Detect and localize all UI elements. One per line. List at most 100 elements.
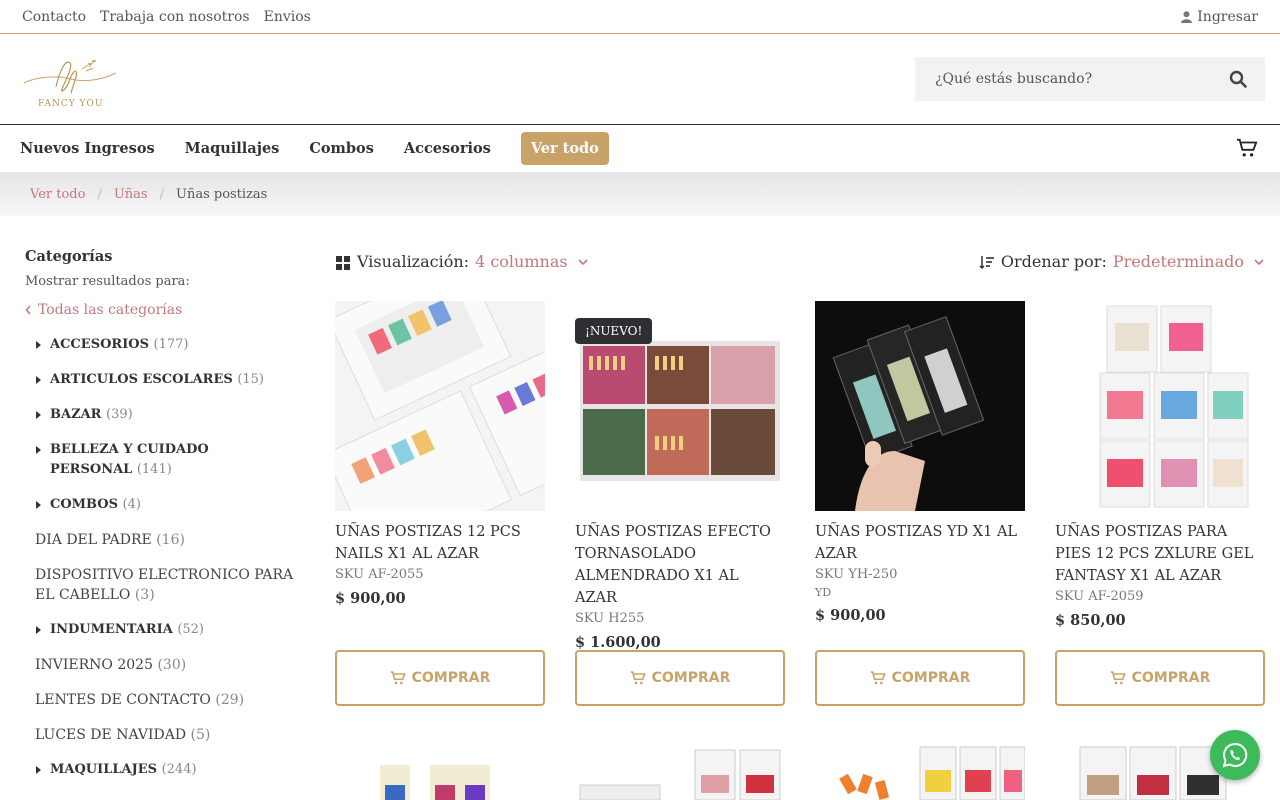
product-image[interactable] <box>1055 301 1265 511</box>
nav-item-new-arrivals[interactable]: Nuevos Ingresos <box>20 140 155 157</box>
category-count: (30) <box>157 657 187 673</box>
category-name: ARTICULOS ESCOLARES <box>50 372 233 387</box>
product-card[interactable]: UÑAS POSTIZAS PARA PIES 12 PCS ZXLURE GE… <box>1055 301 1265 706</box>
category-name: COMBOS <box>50 497 119 512</box>
product-grid: UÑAS POSTIZAS 12 PCS NAILS X1 AL AZAR SK… <box>335 301 1265 706</box>
category-count: (29) <box>215 692 245 708</box>
cart-icon <box>870 671 886 685</box>
product-price: $ 900,00 <box>335 590 406 607</box>
category-name: BELLEZA Y CUIDADO PERSONAL <box>50 442 209 477</box>
category-count: (5) <box>190 727 211 743</box>
breadcrumb-view-all[interactable]: Ver todo <box>30 187 85 202</box>
shipping-link[interactable]: Envios <box>264 9 311 25</box>
view-selector[interactable]: Visualización: 4 columnas <box>335 252 588 271</box>
top-bar: Contacto Trabaja con nosotros Envios Ing… <box>0 0 1280 34</box>
product-image[interactable] <box>815 301 1025 511</box>
product-card[interactable]: ¡NUEVO! UÑAS POSTIZAS EFECTO TORNASOLADO… <box>575 301 785 706</box>
breadcrumb-current: Uñas postizas <box>175 186 268 202</box>
whatsapp-button[interactable] <box>1210 730 1260 780</box>
buy-button[interactable]: COMPRAR <box>575 650 785 706</box>
breadcrumb-separator: / <box>97 186 102 202</box>
category-name: LUCES DE NAVIDAD <box>35 727 187 743</box>
view-all-button[interactable]: Ver todo <box>520 132 609 165</box>
category-count: (244) <box>161 762 197 777</box>
sort-icon <box>979 255 994 269</box>
sidebar-title: Categorías <box>25 248 113 265</box>
view-value: 4 columnas <box>475 252 568 271</box>
product-sku: SKU AF-2059 <box>1055 589 1144 604</box>
category-count: (15) <box>237 372 264 387</box>
category-item[interactable]: MAQUILLAJES (244) <box>25 760 295 780</box>
new-badge: ¡NUEVO! <box>575 318 653 344</box>
product-name[interactable]: UÑAS POSTIZAS EFECTO TORNASOLADO ALMENDR… <box>575 521 785 609</box>
caret-right-icon <box>36 411 41 419</box>
product-image[interactable] <box>335 301 545 511</box>
buy-button[interactable]: COMPRAR <box>815 650 1025 706</box>
caret-right-icon <box>36 376 41 384</box>
product-card[interactable]: UÑAS POSTIZAS 12 PCS NAILS X1 AL AZAR SK… <box>335 301 545 706</box>
category-name: LENTES DE CONTACTO <box>35 692 211 708</box>
category-item[interactable]: ARTICULOS ESCOLARES (15) <box>25 370 295 390</box>
chevron-left-icon <box>25 305 31 315</box>
logo[interactable]: FANCY YOU <box>16 49 120 109</box>
category-item[interactable]: LENTES DE CONTACTO (29) <box>25 690 295 710</box>
product-image[interactable] <box>335 745 545 800</box>
product-price: $ 1.600,00 <box>575 634 661 651</box>
cart-icon <box>1110 671 1126 685</box>
category-item[interactable]: ACCESORIOS (177) <box>25 335 295 355</box>
chevron-down-icon <box>1254 258 1264 265</box>
product-card[interactable]: UÑAS POSTIZAS YD X1 AL AZAR SKU YH-250 Y… <box>815 301 1025 706</box>
category-count: (4) <box>122 497 141 512</box>
buy-label: COMPRAR <box>1131 670 1211 686</box>
category-item[interactable]: DISPOSITIVO ELECTRONICO PARA EL CABELLO … <box>25 565 295 605</box>
category-item[interactable]: LUCES DE NAVIDAD (5) <box>25 725 295 745</box>
cart-icon[interactable] <box>1236 137 1258 159</box>
product-grid-row-2 <box>335 745 1265 800</box>
category-name: BAZAR <box>50 407 102 422</box>
nav-item-combos[interactable]: Combos <box>309 140 374 157</box>
contact-link[interactable]: Contacto <box>22 9 86 25</box>
user-icon <box>1181 10 1193 23</box>
work-with-us-link[interactable]: Trabaja con nosotros <box>100 9 250 25</box>
logo-text: FANCY YOU <box>38 99 104 109</box>
category-item[interactable]: DIA DEL PADRE (16) <box>25 530 295 550</box>
search-input[interactable] <box>935 71 1205 87</box>
category-count: (141) <box>136 462 172 477</box>
product-name[interactable]: UÑAS POSTIZAS 12 PCS NAILS X1 AL AZAR <box>335 521 545 565</box>
product-image[interactable] <box>575 745 785 800</box>
category-name: DIA DEL PADRE <box>35 532 152 548</box>
category-item[interactable]: BAZAR (39) <box>25 405 295 425</box>
breadcrumb: Ver todo / Uñas / Uñas postizas <box>0 172 1280 216</box>
cart-icon <box>630 671 646 685</box>
sort-selector[interactable]: Ordenar por: Predeterminado <box>979 252 1264 271</box>
all-categories-link[interactable]: Todas las categorías <box>25 302 295 318</box>
category-item[interactable]: INVIERNO 2025 (30) <box>25 655 295 675</box>
nav-item-accessories[interactable]: Accesorios <box>404 140 491 157</box>
product-image[interactable] <box>815 745 1025 800</box>
caret-right-icon <box>36 766 41 774</box>
product-name[interactable]: UÑAS POSTIZAS PARA PIES 12 PCS ZXLURE GE… <box>1055 521 1265 587</box>
nav-item-makeup[interactable]: Maquillajes <box>185 140 280 157</box>
breadcrumb-separator: / <box>159 186 164 202</box>
category-item[interactable]: BELLEZA Y CUIDADO PERSONAL (141) <box>25 440 295 480</box>
category-item[interactable]: COMBOS (4) <box>25 495 295 515</box>
breadcrumb-nails[interactable]: Uñas <box>114 187 148 202</box>
category-count: (16) <box>156 532 185 548</box>
buy-button[interactable]: COMPRAR <box>1055 650 1265 706</box>
category-list: ACCESORIOS (177) ARTICULOS ESCOLARES (15… <box>25 335 295 780</box>
product-image[interactable]: ¡NUEVO! <box>575 301 785 511</box>
category-name: INVIERNO 2025 <box>35 657 153 673</box>
category-sidebar: Categorías Mostrar resultados para: Toda… <box>25 248 295 795</box>
whatsapp-icon <box>1222 742 1248 768</box>
buy-button[interactable]: COMPRAR <box>335 650 545 706</box>
category-item[interactable]: INDUMENTARIA (52) <box>25 620 295 640</box>
search-icon[interactable] <box>1229 70 1247 88</box>
caret-right-icon <box>36 341 41 349</box>
cart-icon <box>390 671 406 685</box>
top-links: Contacto Trabaja con nosotros Envios <box>22 9 311 25</box>
login-link[interactable]: Ingresar <box>1181 9 1258 25</box>
product-name[interactable]: UÑAS POSTIZAS YD X1 AL AZAR <box>815 521 1025 565</box>
product-sku: SKU H255 <box>575 611 645 626</box>
buy-label: COMPRAR <box>411 670 491 686</box>
category-count: (39) <box>106 407 133 422</box>
